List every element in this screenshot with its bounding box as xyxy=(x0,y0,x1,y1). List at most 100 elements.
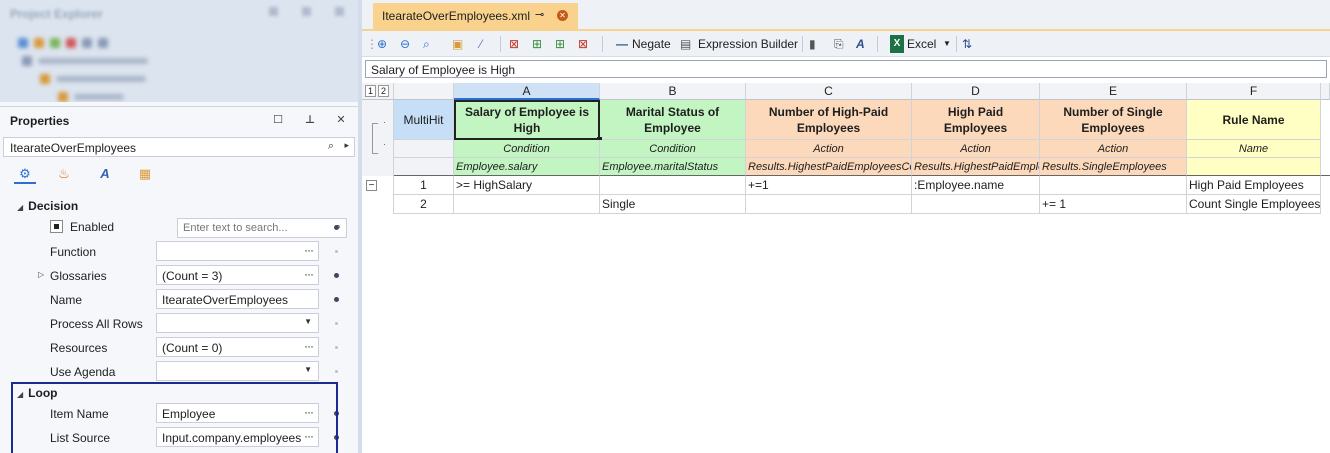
rule-cell[interactable] xyxy=(600,176,746,195)
column-type-e[interactable]: Action xyxy=(1040,140,1187,158)
insert-column-icon[interactable]: ⊞ xyxy=(532,35,542,53)
close-icon[interactable]: ✕ xyxy=(557,10,568,21)
delete-column-icon[interactable]: ⊠ xyxy=(509,35,519,53)
tree-item[interactable] xyxy=(40,70,358,88)
column-title-e[interactable]: Number of Single Employees xyxy=(1040,100,1187,140)
name-field[interactable]: ItearateOverEmployees xyxy=(156,289,319,309)
collapse-rows-icon[interactable]: − xyxy=(366,180,377,191)
chevron-right-icon[interactable]: ▸ xyxy=(344,140,349,151)
column-expr-f[interactable] xyxy=(1187,158,1321,176)
rule-cell[interactable] xyxy=(454,195,600,214)
column-header-b[interactable]: B xyxy=(600,83,746,100)
column-expr-b[interactable]: Employee.maritalStatus xyxy=(600,158,746,176)
hit-policy-cell[interactable]: MultiHit xyxy=(394,100,454,140)
tree-item[interactable] xyxy=(58,88,358,102)
collapse-icon[interactable] xyxy=(98,38,108,48)
zoom-out-icon[interactable]: ⊖ xyxy=(400,35,410,53)
sort-alpha-icon[interactable]: A xyxy=(94,164,116,184)
column-expr-a[interactable]: Employee.salary xyxy=(454,158,600,176)
column-title-b[interactable]: Marital Status of Employee xyxy=(600,100,746,140)
column-title-d[interactable]: High Paid Employees xyxy=(912,100,1040,140)
rule-cell[interactable] xyxy=(912,195,1040,214)
negate-icon[interactable]: — xyxy=(616,35,628,53)
pin-icon[interactable]: ⊥ xyxy=(304,113,316,127)
rule-cell[interactable]: += 1 xyxy=(1040,195,1187,214)
close-icon[interactable] xyxy=(335,7,344,16)
properties-tab-icon[interactable]: ⚙ xyxy=(14,164,36,184)
rule-cell[interactable]: High Paid Employees xyxy=(1187,176,1321,195)
rule-cell[interactable]: :Employee.name xyxy=(912,176,1040,195)
refresh-icon[interactable] xyxy=(18,38,28,48)
column-header-f[interactable]: F xyxy=(1187,83,1321,100)
formula-bar[interactable]: Salary of Employee is High xyxy=(365,60,1327,78)
search-icon[interactable]: ⌕ xyxy=(328,140,334,153)
export-icon[interactable]: ⎘ xyxy=(834,35,844,53)
ellipsis-icon[interactable]: ··· xyxy=(304,339,314,353)
column-type-a[interactable]: Condition xyxy=(454,140,600,158)
image-icon[interactable]: ▣ xyxy=(452,35,463,53)
collapse-triangle-icon[interactable]: ◢ xyxy=(17,203,23,212)
pin-icon[interactable] xyxy=(302,7,311,16)
column-type-c[interactable]: Action xyxy=(746,140,912,158)
chevron-down-icon[interactable]: ▼ xyxy=(943,35,951,53)
rule-cell[interactable] xyxy=(746,195,912,214)
excel-icon[interactable]: X xyxy=(890,35,904,53)
property-search-input[interactable]: Enter text to search... ⌕ xyxy=(177,218,347,238)
column-header-d[interactable]: D xyxy=(912,83,1040,100)
sort-icon[interactable]: ⇅ xyxy=(962,35,972,53)
delete-row-icon[interactable]: ⊠ xyxy=(578,35,588,53)
categorize-icon[interactable]: ▦ xyxy=(134,164,156,184)
settings-icon[interactable] xyxy=(82,38,92,48)
delete-icon[interactable] xyxy=(66,38,76,48)
column-header-e[interactable]: E xyxy=(1040,83,1187,100)
expand-triangle-icon[interactable]: ▷ xyxy=(38,270,44,279)
column-type-f[interactable]: Name xyxy=(1187,140,1321,158)
chevron-down-icon[interactable]: ▼ xyxy=(304,365,312,374)
glossaries-field[interactable]: (Count = 3) ··· xyxy=(156,265,319,285)
object-selector[interactable]: ItearateOverEmployees ⌕ ▸ xyxy=(3,137,355,157)
rule-cell[interactable]: >= HighSalary xyxy=(454,176,600,195)
pin-icon[interactable]: ⊸ xyxy=(535,8,544,21)
column-type-d[interactable]: Action xyxy=(912,140,1040,158)
ellipsis-icon[interactable]: ··· xyxy=(304,243,314,257)
rule-cell[interactable]: +=1 xyxy=(746,176,912,195)
row-number[interactable]: 1 xyxy=(394,176,454,195)
book-icon[interactable]: ▮ xyxy=(809,35,816,53)
rule-cell[interactable]: Single xyxy=(600,195,746,214)
process-all-rows-select[interactable]: ▼ xyxy=(156,313,319,333)
function-field[interactable]: ··· xyxy=(156,241,319,261)
column-expr-e[interactable]: Results.SingleEmployees xyxy=(1040,158,1187,176)
add-icon[interactable] xyxy=(50,38,60,48)
expression-builder-button[interactable]: Expression Builder xyxy=(698,35,798,53)
tree-item[interactable] xyxy=(22,52,358,70)
category-decision[interactable]: ◢ Decision xyxy=(17,199,78,213)
maximize-icon[interactable]: ☐ xyxy=(272,113,284,127)
negate-button[interactable]: Negate xyxy=(632,35,671,53)
close-icon[interactable]: ✕ xyxy=(335,113,347,127)
column-header-a[interactable]: A xyxy=(454,83,600,100)
resources-field[interactable]: (Count = 0) ··· xyxy=(156,337,319,357)
column-title-a[interactable]: Salary of Employee is High xyxy=(454,100,600,140)
chevron-down-icon[interactable]: ▼ xyxy=(304,317,312,326)
rule-cell[interactable] xyxy=(1040,176,1187,195)
use-agenda-select[interactable]: ▼ xyxy=(156,361,319,381)
excel-button[interactable]: Excel xyxy=(907,35,936,53)
zoom-in-icon[interactable]: ⊕ xyxy=(377,35,387,53)
ellipsis-icon[interactable]: ··· xyxy=(304,267,314,281)
zoom-fit-icon[interactable]: ⌕ xyxy=(423,35,430,53)
insert-row-icon[interactable]: ⊞ xyxy=(555,35,565,53)
column-type-b[interactable]: Condition xyxy=(600,140,746,158)
events-tab-icon[interactable]: ♨ xyxy=(53,164,75,184)
column-title-c[interactable]: Number of High-Paid Employees xyxy=(746,100,912,140)
document-tab[interactable]: ItearateOverEmployees.xml ⊸ ✕ xyxy=(373,3,578,29)
expression-builder-icon[interactable]: ▤ xyxy=(680,35,691,53)
rule-cell[interactable]: Count Single Employees xyxy=(1187,195,1321,214)
dropdown-icon[interactable] xyxy=(269,7,278,16)
folder-icon[interactable] xyxy=(34,38,44,48)
row-number[interactable]: 2 xyxy=(394,195,454,214)
column-header-c[interactable]: C xyxy=(746,83,912,100)
enabled-checkbox[interactable] xyxy=(50,220,63,233)
column-title-f[interactable]: Rule Name xyxy=(1187,100,1321,140)
font-icon[interactable]: A xyxy=(856,35,865,53)
magic-wand-icon[interactable]: ⁄ xyxy=(480,35,482,53)
